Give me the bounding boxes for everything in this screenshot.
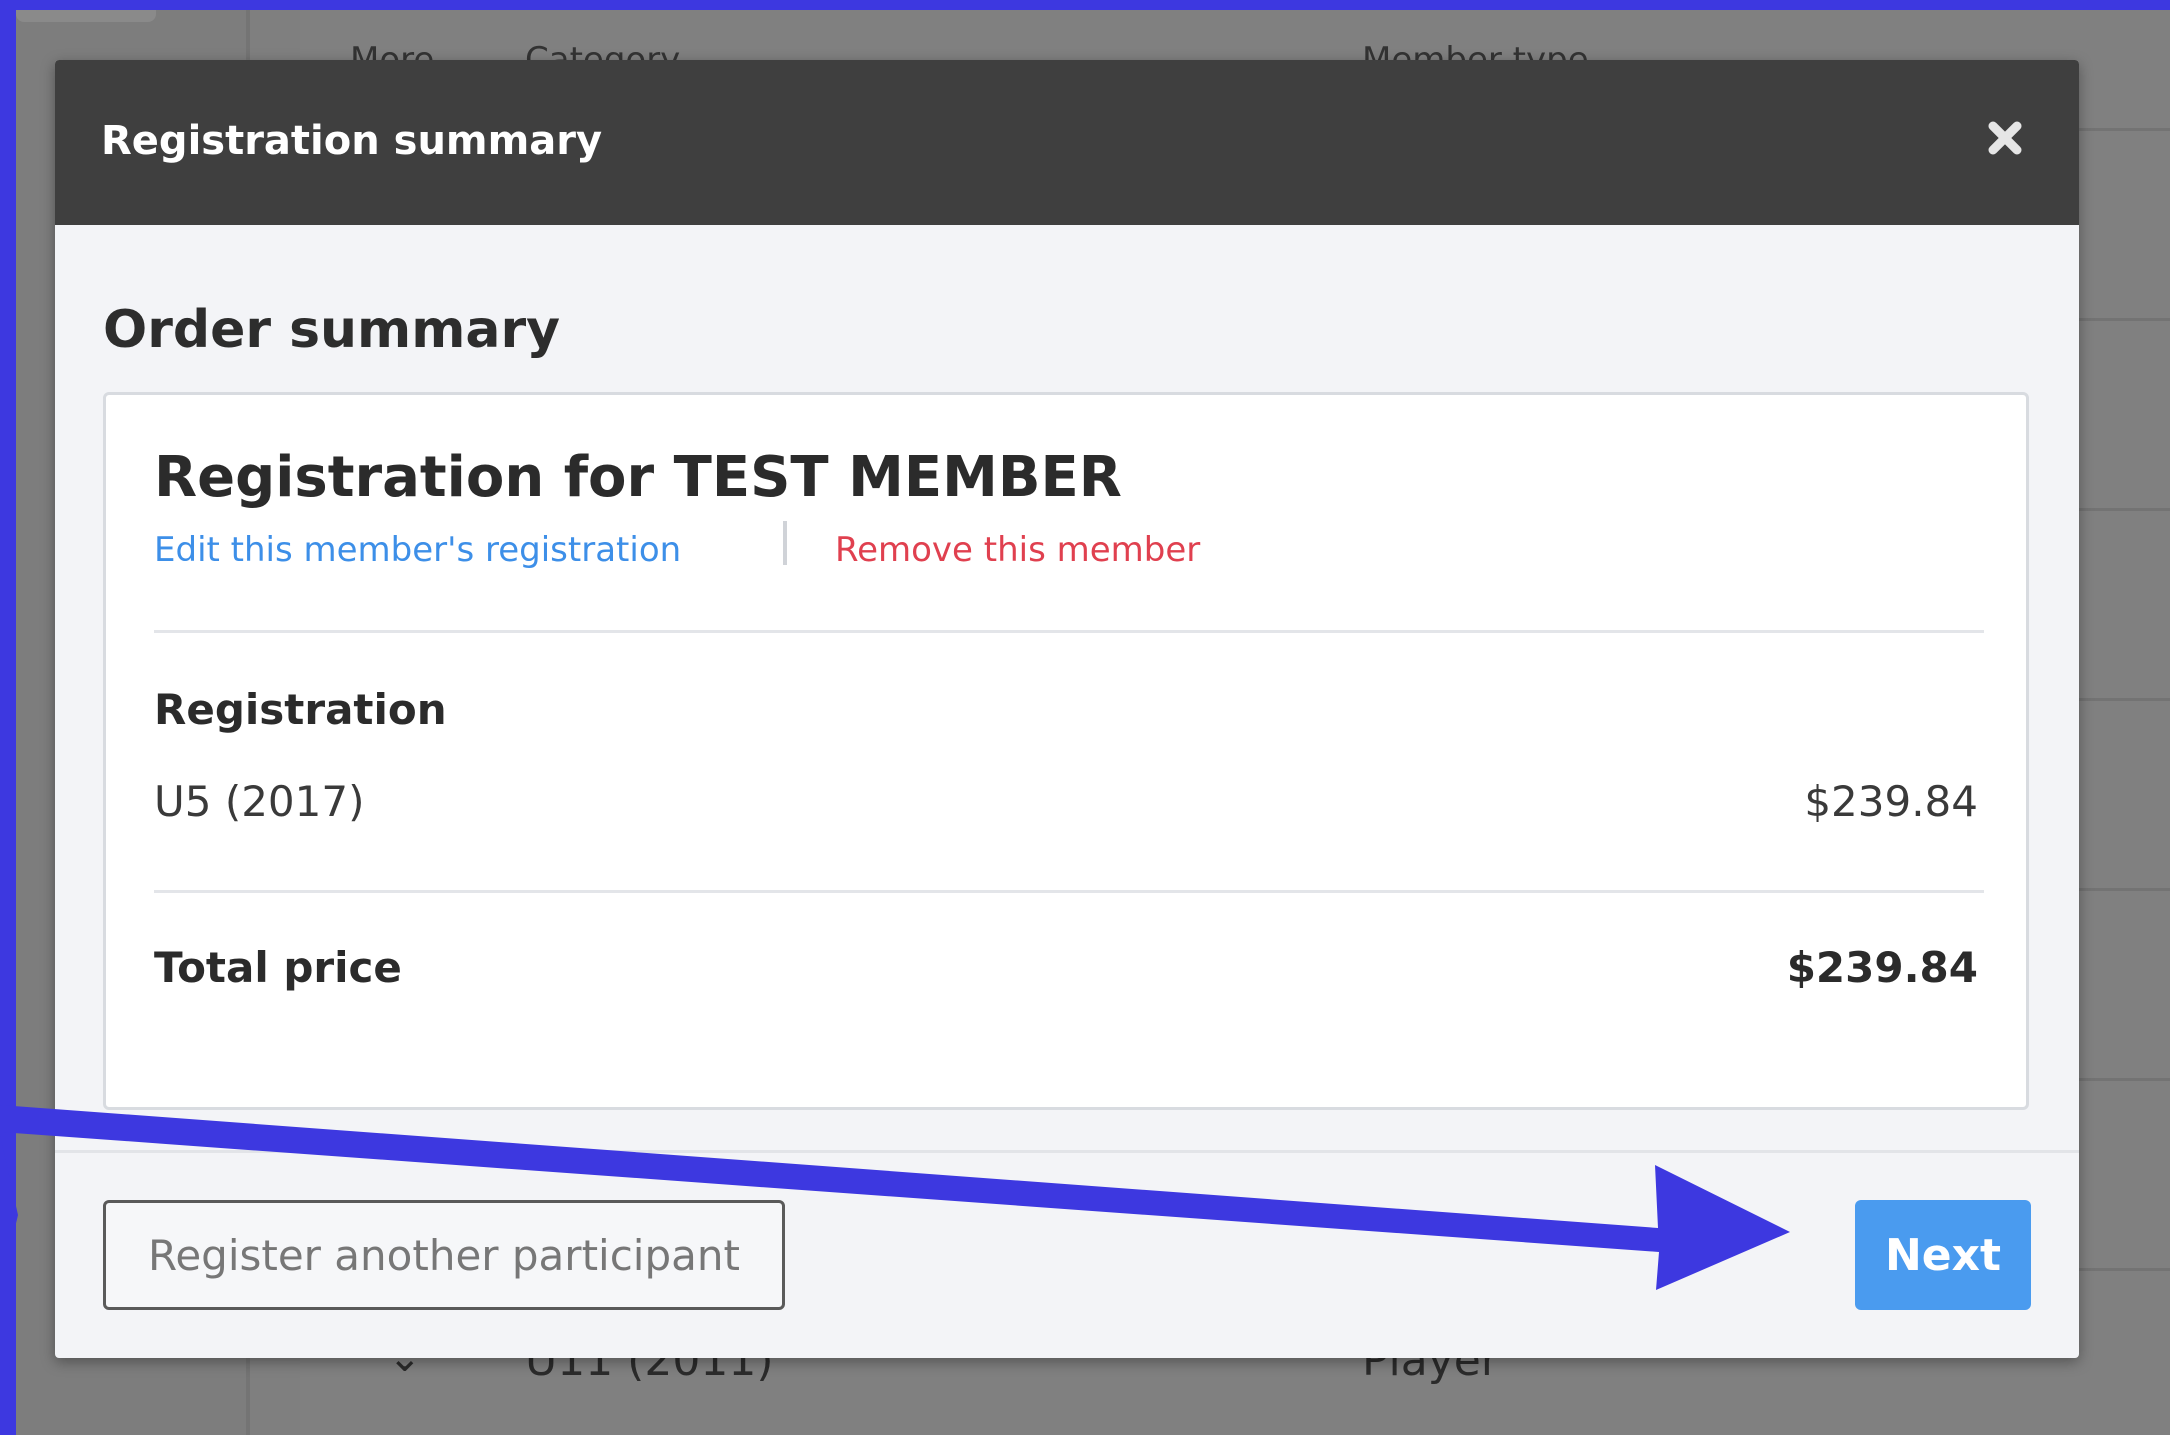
- annotation-arrow-icon: [0, 1105, 1790, 1290]
